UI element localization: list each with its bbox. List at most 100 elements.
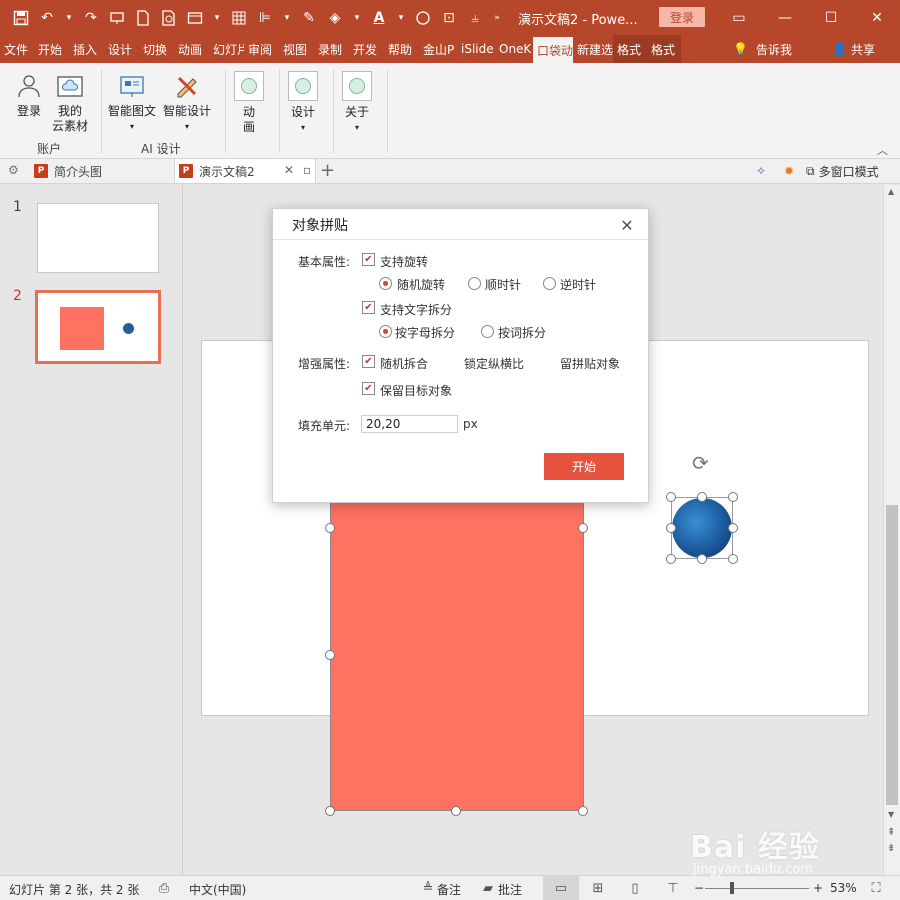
random-rotate-radio[interactable] bbox=[379, 277, 392, 290]
dialog-close-icon[interactable]: ✕ bbox=[618, 216, 636, 235]
open-file-icon[interactable] bbox=[182, 6, 208, 30]
lock-ratio-label[interactable]: 锁定纵横比 bbox=[464, 355, 524, 372]
ribbon-display-options-icon[interactable]: ▭ bbox=[716, 0, 762, 35]
zoom-slider-track[interactable] bbox=[705, 888, 809, 889]
split-by-word-radio[interactable] bbox=[481, 325, 494, 338]
ribbon-tab[interactable]: 帮助 bbox=[384, 35, 419, 63]
ribbon-tab[interactable]: 切换 bbox=[139, 35, 174, 63]
fit-slide-icon[interactable]: ⛶ bbox=[868, 880, 884, 896]
fill-color-icon[interactable]: ◈ bbox=[322, 6, 348, 30]
smart-graphic-button[interactable]: 智能图文 ▾ bbox=[108, 71, 156, 134]
smart-design-button[interactable]: 智能设计 ▾ bbox=[163, 71, 211, 134]
counter-clockwise-radio[interactable] bbox=[543, 277, 556, 290]
close-tab-icon[interactable]: ✕ bbox=[284, 163, 294, 177]
undo-dropdown-icon[interactable]: ▾ bbox=[60, 6, 78, 30]
support-text-split-checkbox[interactable]: ✔ bbox=[362, 301, 375, 314]
start-button[interactable]: 开始 bbox=[544, 453, 624, 480]
align-icon[interactable]: ⊫ bbox=[252, 6, 278, 30]
ribbon-tab[interactable]: 审阅 bbox=[244, 35, 279, 63]
support-rotate-checkbox[interactable]: ✔ bbox=[362, 253, 375, 266]
split-by-letter-radio[interactable] bbox=[379, 325, 392, 338]
resize-handle[interactable] bbox=[728, 554, 738, 564]
distribute-icon[interactable]: ⫨ bbox=[462, 6, 488, 30]
resize-handle[interactable] bbox=[451, 806, 461, 816]
resize-handle[interactable] bbox=[325, 650, 335, 660]
resize-handle[interactable] bbox=[325, 523, 335, 533]
resize-handle[interactable] bbox=[666, 523, 676, 533]
doc-tab-presentation2[interactable]: P 演示文稿2 ✕ ▫ bbox=[174, 159, 316, 183]
reading-view-icon[interactable]: ▯ bbox=[627, 880, 643, 896]
ribbon-tab[interactable]: OneK bbox=[495, 35, 533, 63]
fill-unit-input[interactable]: 20,20 bbox=[361, 415, 458, 433]
ribbon-tab[interactable]: 插入 bbox=[69, 35, 104, 63]
slideshow-view-icon[interactable]: ⊤ bbox=[665, 880, 681, 896]
undo-icon[interactable]: ↶ bbox=[34, 6, 60, 30]
ribbon-tab[interactable]: 文件 bbox=[0, 35, 34, 63]
notes-button[interactable]: 备注 bbox=[437, 881, 461, 898]
animation-button[interactable]: 动 画 bbox=[234, 71, 264, 135]
scroll-down-icon[interactable]: ▼ bbox=[888, 810, 894, 819]
keep-tile-label[interactable]: 留拼贴对象 bbox=[560, 355, 620, 372]
minimize-icon[interactable]: — bbox=[762, 0, 808, 35]
close-icon[interactable]: ✕ bbox=[854, 0, 900, 35]
zoom-slider-thumb[interactable] bbox=[730, 882, 734, 894]
comments-button[interactable]: 批注 bbox=[498, 881, 522, 898]
ribbon-tab[interactable]: iSlide bbox=[457, 35, 495, 63]
ribbon-tab[interactable]: 新建选 bbox=[573, 35, 613, 63]
ribbon-tab[interactable]: 口袋动 bbox=[533, 37, 573, 63]
ribbon-tab[interactable]: 视图 bbox=[279, 35, 314, 63]
next-slide-icon[interactable]: ⇟ bbox=[887, 843, 895, 854]
rectangle-shape[interactable] bbox=[330, 499, 584, 811]
resize-handle[interactable] bbox=[728, 523, 738, 533]
font-color-icon[interactable]: A bbox=[366, 6, 392, 30]
redo-icon[interactable]: ↷ bbox=[78, 6, 104, 30]
font-color-dropdown-icon[interactable]: ▾ bbox=[392, 6, 410, 30]
login-ribbon-button[interactable]: 登录 bbox=[14, 71, 44, 119]
doc-tab-intro[interactable]: P 简介头图 bbox=[34, 159, 174, 183]
resize-handle[interactable] bbox=[728, 492, 738, 502]
vertical-scrollbar[interactable]: ▲ ▼ ⇞ ⇟ bbox=[883, 185, 900, 875]
start-slideshow-icon[interactable] bbox=[104, 6, 130, 30]
gear-icon[interactable]: ✹ bbox=[777, 159, 801, 183]
resize-handle[interactable] bbox=[578, 523, 588, 533]
add-tab-icon[interactable]: + bbox=[320, 160, 335, 181]
normal-view-icon[interactable]: ▭ bbox=[543, 876, 579, 900]
multi-window-button[interactable]: ⧉ 多窗口模式 bbox=[806, 163, 879, 180]
zoom-in-icon[interactable]: + bbox=[813, 881, 823, 895]
share-button[interactable]: 共享 bbox=[851, 41, 875, 58]
ribbon-tab[interactable]: 幻灯片 bbox=[209, 35, 244, 63]
ribbon-tab[interactable]: 格式 bbox=[647, 35, 681, 63]
tell-me-box[interactable]: 告诉我 bbox=[756, 41, 792, 58]
zoom-out-icon[interactable]: − bbox=[694, 881, 704, 895]
customize-qat-icon[interactable]: » bbox=[488, 6, 506, 30]
slide-thumbnail-1[interactable] bbox=[37, 203, 159, 273]
slide-sorter-icon[interactable]: ⊞ bbox=[590, 880, 606, 896]
cloud-material-button[interactable]: 我的 云素材 bbox=[52, 71, 88, 134]
random-combine-checkbox[interactable]: ✔ bbox=[362, 355, 375, 368]
magic-icon[interactable]: ✧ bbox=[749, 159, 773, 183]
ribbon-tab[interactable]: 格式 bbox=[613, 35, 647, 63]
planet-circle-image[interactable] bbox=[672, 498, 732, 558]
save-icon[interactable] bbox=[8, 6, 34, 30]
ribbon-tab[interactable]: 设计 bbox=[104, 35, 139, 63]
ribbon-tab[interactable]: 开始 bbox=[34, 35, 69, 63]
slide-thumbnail-2[interactable] bbox=[35, 290, 161, 364]
grid-icon[interactable] bbox=[226, 6, 252, 30]
print-preview-icon[interactable] bbox=[156, 6, 182, 30]
scroll-up-icon[interactable]: ▲ bbox=[888, 187, 894, 196]
resize-handle[interactable] bbox=[666, 492, 676, 502]
collapse-ribbon-icon[interactable]: ︿ bbox=[877, 142, 888, 158]
login-button[interactable]: 登录 bbox=[659, 7, 705, 27]
scrollbar-thumb[interactable] bbox=[886, 505, 898, 805]
language-indicator[interactable]: 中文(中国) bbox=[189, 881, 246, 898]
resize-handle[interactable] bbox=[697, 492, 707, 502]
keep-target-checkbox[interactable]: ✔ bbox=[362, 382, 375, 395]
zoom-level[interactable]: 53% bbox=[830, 881, 857, 895]
maximize-icon[interactable]: ☐ bbox=[808, 0, 854, 35]
ribbon-tab[interactable]: 金山P bbox=[419, 35, 457, 63]
design-button[interactable]: 设计 ▾ bbox=[288, 71, 318, 135]
eyedropper-icon[interactable]: ✎ bbox=[296, 6, 322, 30]
open-dropdown-icon[interactable]: ▾ bbox=[208, 6, 226, 30]
ribbon-tab[interactable]: 录制 bbox=[314, 35, 349, 63]
pin-tab-icon[interactable]: ▫ bbox=[303, 163, 311, 177]
